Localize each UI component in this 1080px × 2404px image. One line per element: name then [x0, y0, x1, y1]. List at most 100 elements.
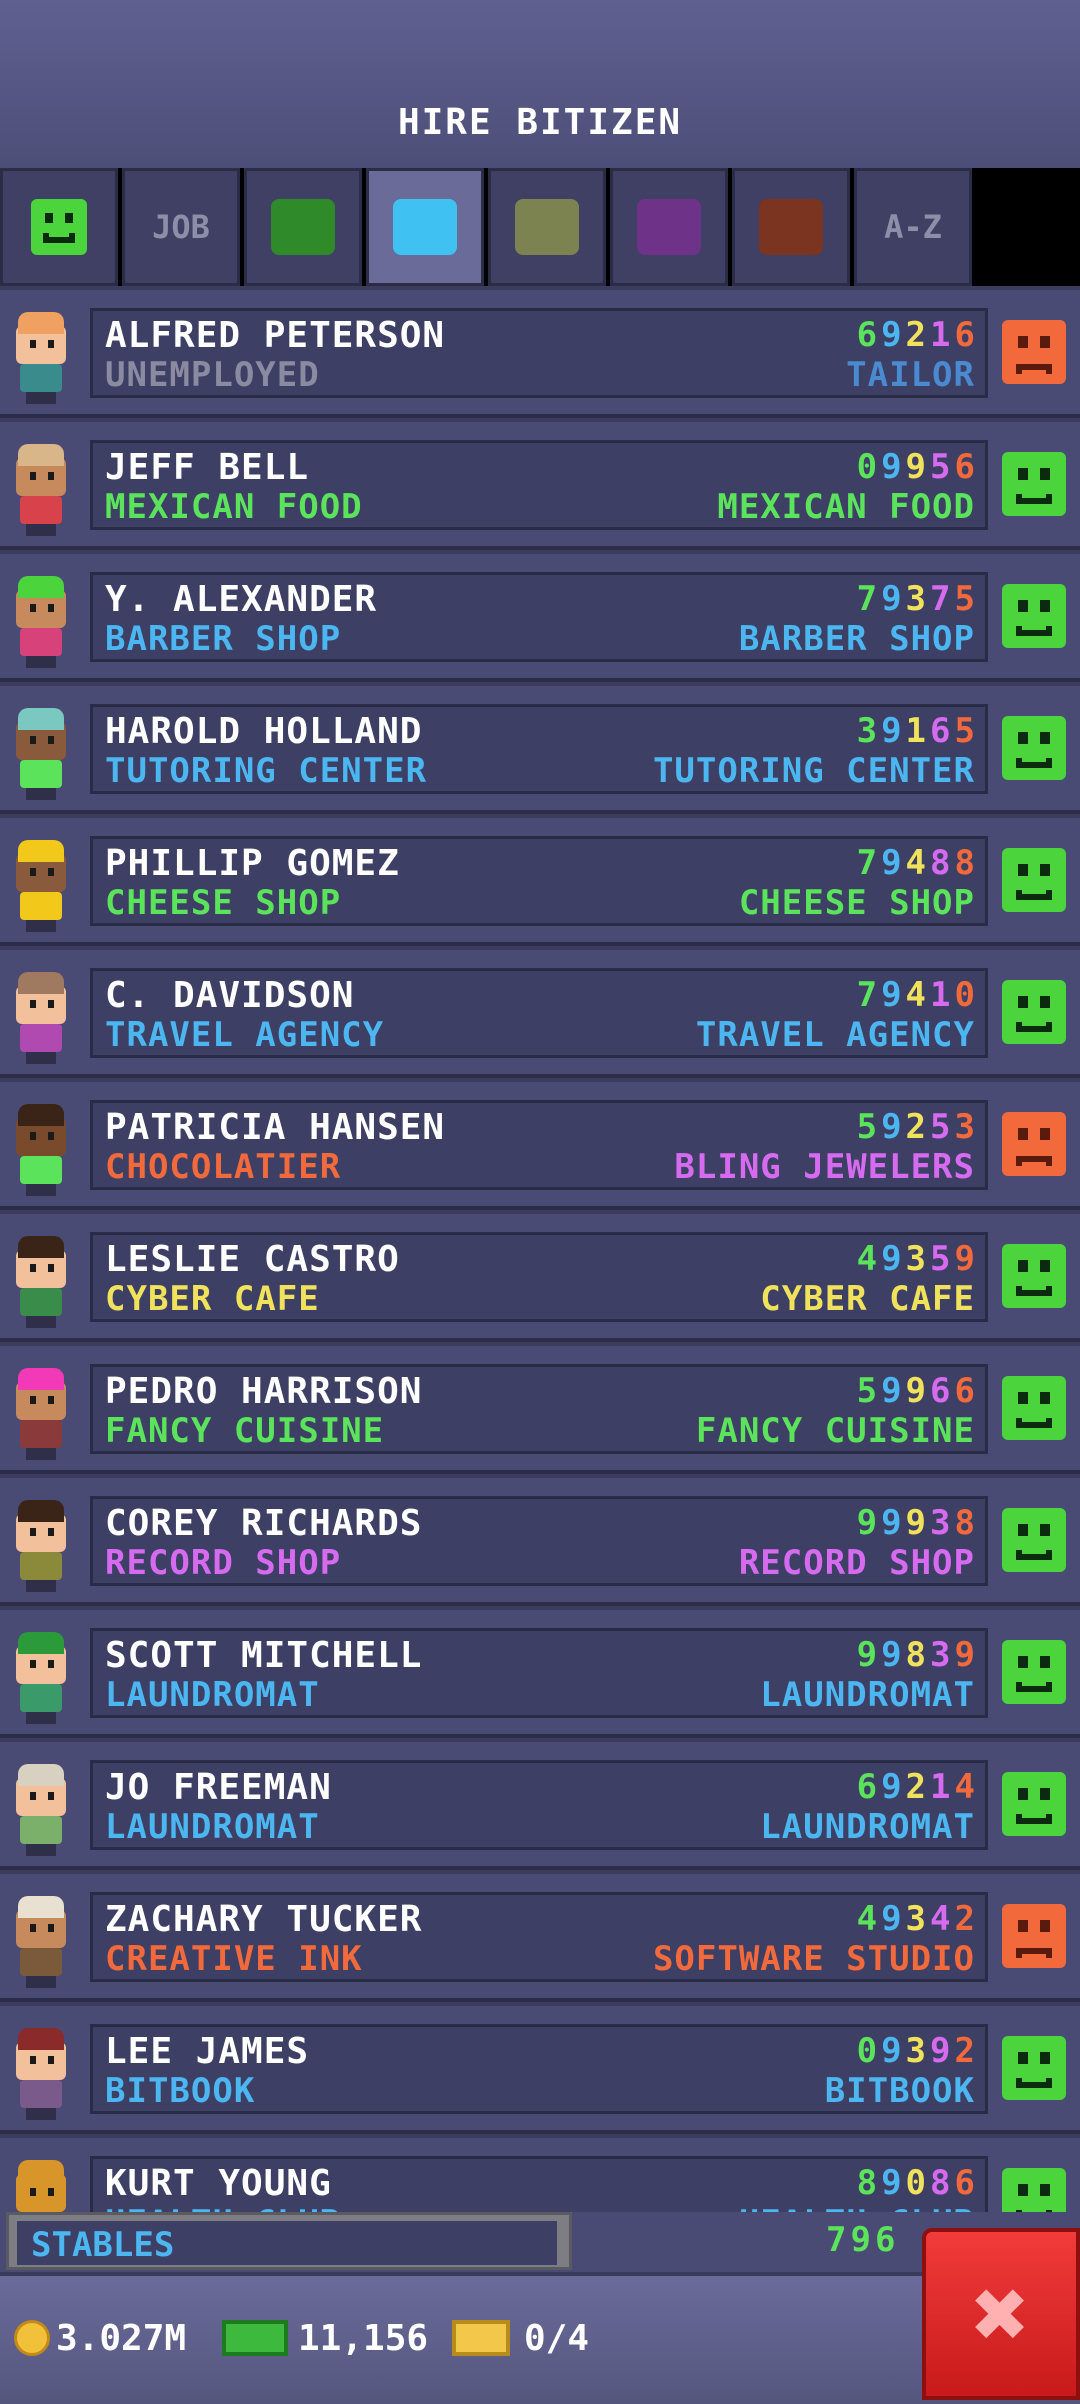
avatar — [6, 444, 78, 538]
bitizen-row[interactable]: ALFRED PETERSON UNEMPLOYED TAILOR 69216 — [0, 290, 1080, 418]
skill-levels: 69216 — [857, 315, 979, 355]
avatar — [6, 1104, 78, 1198]
avatar — [6, 972, 78, 1066]
avatar — [6, 1632, 78, 1726]
bitizen-info-panel: ALFRED PETERSON UNEMPLOYED TAILOR 69216 — [90, 308, 988, 398]
happy-face-icon — [1002, 2036, 1066, 2100]
skill-value: 9 — [881, 711, 906, 751]
bitizen-name: JO FREEMAN — [105, 1767, 332, 1808]
tab-creative[interactable] — [732, 168, 850, 286]
color-swatch-icon — [393, 199, 457, 255]
bitizen-name: C. DAVIDSON — [105, 975, 355, 1016]
bitizen-row[interactable]: C. DAVIDSON TRAVEL AGENCY TRAVEL AGENCY 794… — [0, 950, 1080, 1078]
dream-job: BITBOOK — [824, 2071, 975, 2111]
skill-value: 3 — [930, 1635, 955, 1675]
skill-value: 9 — [881, 1899, 906, 1939]
skill-value: 3 — [905, 1239, 931, 1279]
skill-value: 8 — [954, 843, 979, 883]
skill-value: 9 — [881, 1503, 906, 1543]
dream-job: MEXICAN FOOD — [717, 487, 975, 527]
skill-value: 1 — [930, 315, 955, 355]
avatar — [6, 312, 78, 406]
bitizen-row[interactable]: SCOTT MITCHELL LAUNDROMAT LAUNDROMAT 99839 — [0, 1610, 1080, 1738]
dream-job: TUTORING CENTER — [652, 751, 975, 791]
happy-face-icon — [1002, 584, 1066, 648]
bitizen-row[interactable]: LEE JAMES BITBOOK BITBOOK 09392 — [0, 2006, 1080, 2134]
bitizen-row[interactable]: LESLIE CASTRO CYBER CAFE CYBER CAFE 49359 — [0, 1214, 1080, 1342]
bitizen-info-panel: HAROLD HOLLAND TUTORING CENTER TUTORING CE… — [90, 704, 988, 794]
tab-food[interactable] — [244, 168, 362, 286]
avatar — [6, 1236, 78, 1330]
bitizen-name: Y. ALEXANDER — [105, 579, 378, 620]
skill-levels: 79410 — [857, 975, 979, 1015]
current-shop-box[interactable]: STABLES — [6, 2212, 572, 2270]
skill-value: 6 — [930, 1371, 955, 1411]
current-job: BARBER SHOP — [105, 619, 342, 659]
skill-value: 4 — [930, 1899, 955, 1939]
bitizen-row[interactable]: PEDRO HARRISON FANCY CUISINE FANCY CUISINE… — [0, 1346, 1080, 1474]
skill-levels: 99938 — [857, 1503, 979, 1543]
skill-value: 5 — [954, 579, 979, 619]
skill-value: 8 — [905, 1635, 931, 1675]
bitizen-row[interactable]: PATRICIA HANSEN CHOCOLATIER BLING JEWELERS… — [0, 1082, 1080, 1210]
skill-value: 2 — [905, 315, 931, 355]
color-swatch-icon — [759, 199, 823, 255]
skill-value: 9 — [881, 1371, 906, 1411]
dream-job: LAUNDROMAT — [760, 1807, 975, 1847]
skill-value: 3 — [856, 711, 882, 751]
skill-value: 4 — [856, 1239, 882, 1279]
bitizen-row[interactable]: JO FREEMAN LAUNDROMAT LAUNDROMAT 69214 — [0, 1742, 1080, 1870]
skill-value: 1 — [930, 1767, 955, 1807]
skill-value: 7 — [930, 579, 955, 619]
current-job: RECORD SHOP — [105, 1543, 342, 1583]
bitizen-row[interactable]: HAROLD HOLLAND TUTORING CENTER TUTORING CE… — [0, 686, 1080, 814]
happy-face-icon — [1002, 716, 1066, 780]
skill-value: 9 — [881, 1767, 906, 1807]
dream-job: RECORD SHOP — [738, 1543, 975, 1583]
skill-levels: 99839 — [857, 1635, 979, 1675]
skill-value: 9 — [856, 1503, 882, 1543]
close-button[interactable]: ✖ — [922, 2228, 1080, 2400]
skill-value: 6 — [954, 315, 979, 355]
bitizen-row[interactable]: JEFF BELL MEXICAN FOOD MEXICAN FOOD 09956 — [0, 422, 1080, 550]
skill-value: 9 — [881, 579, 906, 619]
current-job: CHEESE SHOP — [105, 883, 342, 923]
bitizen-info-panel: JO FREEMAN LAUNDROMAT LAUNDROMAT 69214 — [90, 1760, 988, 1850]
bux-icon — [222, 2320, 288, 2356]
bitizen-row[interactable]: Y. ALEXANDER BARBER SHOP BARBER SHOP 79375 — [0, 554, 1080, 682]
skill-levels: 39165 — [857, 711, 979, 751]
skill-value: 6 — [954, 1371, 979, 1411]
sad-face-icon — [1002, 1904, 1066, 1968]
skill-value: 5 — [954, 711, 979, 751]
skill-value: 9 — [881, 1107, 906, 1147]
bitizen-list: ALFRED PETERSON UNEMPLOYED TAILOR 69216 JEFF… — [0, 290, 1080, 2270]
tab-retail[interactable] — [610, 168, 728, 286]
color-swatch-icon — [271, 199, 335, 255]
skill-value: 4 — [905, 843, 931, 883]
skill-value: 7 — [856, 843, 882, 883]
skill-value: 5 — [930, 1107, 955, 1147]
page-title: HIRE BITIZEN — [397, 102, 683, 143]
happy-face-icon — [1002, 1244, 1066, 1308]
avatar — [6, 1500, 78, 1594]
coin-icon — [14, 2320, 50, 2356]
bitizen-name: COREY RICHARDS — [105, 1503, 423, 1544]
bitizen-name: PHILLIP GOMEZ — [105, 843, 400, 884]
avatar — [6, 708, 78, 802]
tab-service[interactable] — [366, 168, 484, 286]
dream-job: FANCY CUISINE — [695, 1411, 975, 1451]
avatar — [6, 840, 78, 934]
bitizen-row[interactable]: ZACHARY TUCKER CREATIVE INK SOFTWARE STUDI… — [0, 1874, 1080, 2002]
bitizen-info-panel: COREY RICHARDS RECORD SHOP RECORD SHOP 9993… — [90, 1496, 988, 1586]
bitizen-row[interactable]: PHILLIP GOMEZ CHEESE SHOP CHEESE SHOP 79488 — [0, 818, 1080, 946]
tab-job[interactable]: JOB — [122, 168, 240, 286]
happy-face-icon — [1002, 848, 1066, 912]
tab-happy[interactable] — [0, 168, 118, 286]
tab-recreation[interactable] — [488, 168, 606, 286]
header-bar: HIRE BITIZEN — [0, 0, 1080, 172]
bitizen-row[interactable]: COREY RICHARDS RECORD SHOP RECORD SHOP 9993… — [0, 1478, 1080, 1606]
tab-az[interactable]: A-Z — [854, 168, 972, 286]
current-job: TRAVEL AGENCY — [105, 1015, 385, 1055]
bitizen-info-panel: ZACHARY TUCKER CREATIVE INK SOFTWARE STUDI… — [90, 1892, 988, 1982]
skill-levels: 09956 — [857, 447, 979, 487]
